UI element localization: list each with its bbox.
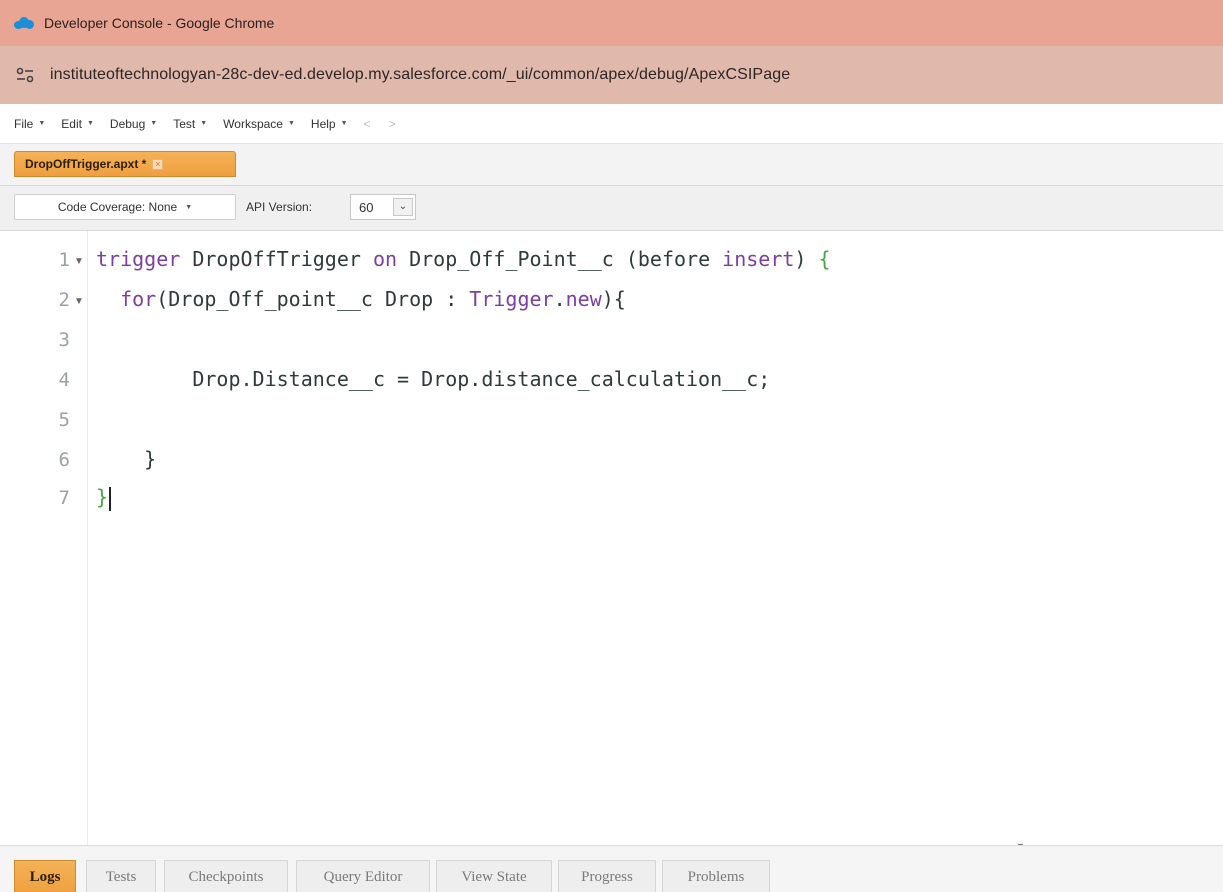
close-icon[interactable]: × — [152, 158, 164, 170]
text-cursor — [109, 486, 112, 511]
fold-arrow-icon[interactable]: ▼ — [74, 296, 84, 307]
file-tab-dropofftrigger[interactable]: DropOffTrigger.apxt * × — [14, 151, 236, 177]
line-number: 5 — [58, 409, 70, 431]
code-line[interactable]: trigger DropOffTrigger on Drop_Off_Point… — [96, 247, 831, 271]
code-line[interactable]: } — [96, 447, 156, 471]
site-settings-icon[interactable] — [14, 64, 36, 86]
window-title: Developer Console - Google Chrome — [44, 15, 275, 31]
tab-view-state[interactable]: View State — [436, 860, 552, 892]
api-version-value: 60 — [359, 199, 374, 215]
chevron-down-icon: ▼ — [150, 120, 158, 127]
chevron-down-icon[interactable]: ⌄ — [393, 198, 413, 216]
tab-tests[interactable]: Tests — [86, 860, 156, 892]
address-bar[interactable]: instituteoftechnologyan-28c-dev-ed.devel… — [0, 46, 1223, 104]
line-number: 2 — [58, 289, 70, 311]
chevron-down-icon: ▼ — [38, 120, 46, 127]
menu-bar: File ▼ Edit ▼ Debug ▼ Test ▼ Workspace ▼ Help… — [0, 104, 1223, 144]
code-coverage-label: Code Coverage: None — [57, 200, 178, 214]
line-number: 7 — [58, 487, 70, 509]
line-number: 6 — [58, 449, 70, 471]
code-line[interactable]: } — [96, 485, 112, 511]
code-line[interactable]: for(Drop_Off_point__c Drop : Trigger.new… — [96, 287, 626, 311]
menu-test[interactable]: Test ▼ — [173, 117, 207, 131]
menu-file[interactable]: File ▼ — [14, 117, 45, 131]
nav-forward-button[interactable]: > — [389, 117, 396, 131]
chevron-down-icon: ▼ — [340, 120, 348, 127]
editor-toolbar: Code Coverage: None ▼ API Version: 60 ⌄ — [0, 186, 1223, 231]
line-number: 4 — [58, 369, 70, 391]
salesforce-cloud-icon — [14, 17, 34, 29]
menu-edit[interactable]: Edit ▼ — [61, 117, 94, 131]
chevron-down-icon: ▼ — [86, 120, 94, 127]
line-number: 3 — [58, 329, 70, 351]
nav-back-button[interactable]: < — [364, 117, 371, 131]
code-editor[interactable]: 1 ▼ 2 ▼ 3 4 5 6 7 trigger DropOffTrigger… — [0, 231, 1223, 851]
chevron-down-icon: ▼ — [185, 203, 193, 211]
chevron-down-icon: ▼ — [200, 120, 208, 127]
file-tab-label: DropOffTrigger.apxt * — [25, 157, 147, 171]
tab-logs[interactable]: Logs — [14, 860, 76, 892]
tab-query-editor[interactable]: Query Editor — [296, 860, 430, 892]
url-text[interactable]: instituteoftechnologyan-28c-dev-ed.devel… — [50, 66, 790, 84]
tab-problems[interactable]: Problems — [662, 860, 770, 892]
code-coverage-dropdown[interactable]: Code Coverage: None ▼ — [14, 194, 236, 220]
menu-workspace[interactable]: Workspace ▼ — [223, 117, 295, 131]
menu-debug[interactable]: Debug ▼ — [110, 117, 157, 131]
code-line[interactable]: Drop.Distance__c = Drop.distance_calcula… — [96, 367, 770, 391]
bottom-panel-tabs: Logs Tests Checkpoints Query Editor View… — [0, 845, 1223, 892]
file-tab-strip: DropOffTrigger.apxt * × — [0, 144, 1223, 186]
fold-arrow-icon[interactable]: ▼ — [74, 256, 84, 267]
line-number: 1 — [58, 249, 70, 271]
tab-checkpoints[interactable]: Checkpoints — [164, 860, 288, 892]
menu-help[interactable]: Help ▼ — [311, 117, 348, 131]
line-gutter: 1 ▼ 2 ▼ 3 4 5 6 7 — [0, 231, 88, 845]
tab-progress[interactable]: Progress — [558, 860, 656, 892]
api-version-select[interactable]: 60 ⌄ — [350, 194, 416, 220]
api-version-label: API Version: — [246, 200, 313, 214]
window-titlebar: Developer Console - Google Chrome — [0, 0, 1223, 46]
chevron-down-icon: ▼ — [287, 120, 295, 127]
